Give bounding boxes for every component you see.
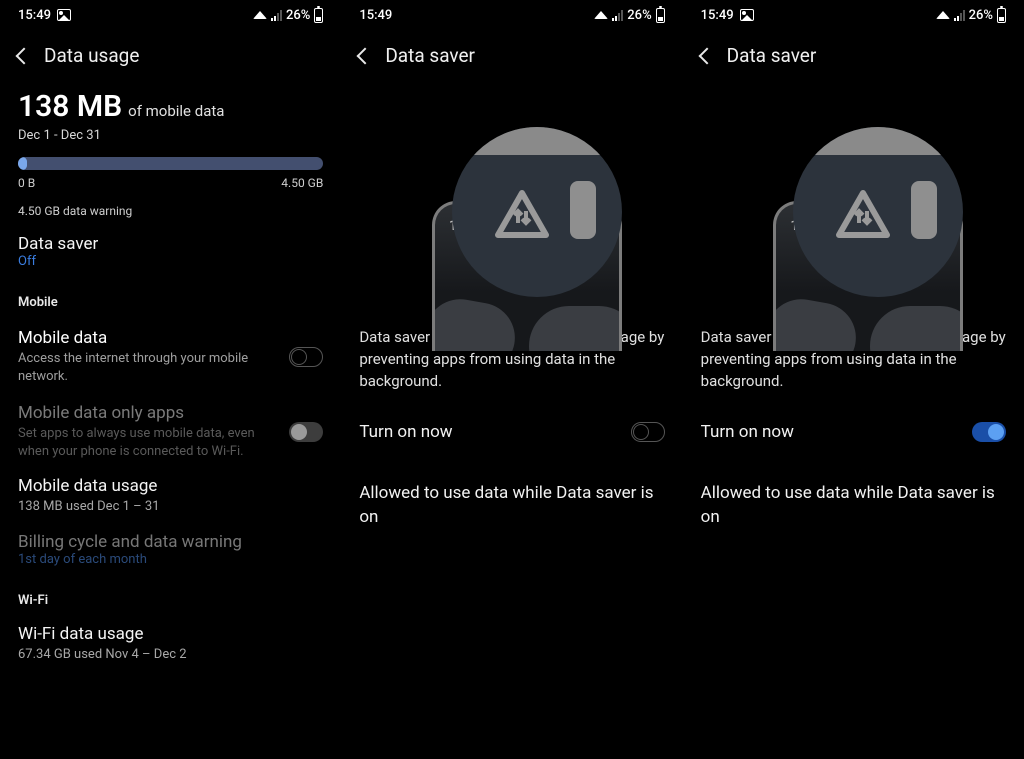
section-mobile: Mobile: [18, 295, 323, 310]
section-wifi: Wi-Fi: [18, 593, 323, 608]
progress-min: 0 B: [18, 176, 35, 190]
usage-summary: 138 MB of mobile data Dec 1 - Dec 31: [18, 89, 323, 143]
mobile-only-toggle: [289, 422, 323, 442]
data-warning-label: 4.50 GB data warning: [18, 204, 323, 218]
data-saver-icon: [494, 189, 550, 239]
row-mobile-data[interactable]: Mobile data Access the internet through …: [18, 310, 323, 385]
header: Data saver: [701, 34, 1006, 89]
battery-pct: 26%: [627, 8, 651, 23]
row-data-saver[interactable]: Data saver Off: [18, 218, 323, 269]
picture-icon: [57, 9, 71, 21]
data-saver-status: Off: [18, 254, 323, 269]
wifi-icon: [936, 11, 950, 19]
signal-icon: [954, 10, 965, 21]
status-time: 15:49: [18, 8, 51, 23]
battery-pct: 26%: [969, 8, 993, 23]
row-wifi-usage[interactable]: Wi-Fi data usage 67.34 GB used Nov 4 – D…: [18, 608, 323, 664]
row-allowed-apps[interactable]: Allowed to use data while Data saver is …: [701, 482, 1006, 530]
row-billing-cycle[interactable]: Billing cycle and data warning 1st day o…: [18, 516, 323, 567]
usage-period: Dec 1 - Dec 31: [18, 128, 323, 143]
signal-icon: [612, 10, 623, 21]
screen-data-saver-off: 15:49 26% Data saver 12:45: [341, 0, 682, 759]
back-icon[interactable]: [16, 47, 33, 64]
row-turn-on-now[interactable]: Turn on now: [359, 422, 664, 442]
status-bar: 15:49 26%: [701, 0, 1006, 30]
screen-data-usage: 15:49 26% Data usage 138 MB of mobile da…: [0, 0, 341, 759]
row-mobile-only-apps: Mobile data only apps Set apps to always…: [18, 385, 323, 460]
battery-icon: [997, 8, 1006, 23]
turn-on-label: Turn on now: [701, 422, 794, 442]
usage-of-label: of mobile data: [128, 102, 224, 120]
signal-icon: [271, 10, 282, 21]
status-bar: 15:49 26%: [359, 0, 664, 30]
back-icon[interactable]: [357, 47, 374, 64]
mobile-data-title: Mobile data: [18, 328, 277, 348]
mobile-usage-sub: 138 MB used Dec 1 – 31: [18, 498, 323, 516]
battery-icon: [656, 8, 665, 23]
status-time: 15:49: [701, 8, 734, 23]
back-icon[interactable]: [698, 47, 715, 64]
header: Data usage: [18, 34, 323, 89]
header: Data saver: [359, 34, 664, 89]
picture-icon: [740, 9, 754, 21]
progress-max: 4.50 GB: [281, 176, 323, 190]
wifi-usage-sub: 67.34 GB used Nov 4 – Dec 2: [18, 646, 323, 664]
usage-progress[interactable]: 0 B 4.50 GB 4.50 GB data warning: [18, 157, 323, 218]
battery-pct: 26%: [286, 8, 310, 23]
status-bar: 15:49 26%: [18, 0, 323, 30]
battery-graphic: [570, 181, 596, 239]
data-saver-circle: [793, 127, 963, 297]
wifi-icon: [594, 11, 608, 19]
page-title: Data usage: [44, 44, 139, 67]
wifi-icon: [253, 11, 267, 19]
data-saver-title: Data saver: [18, 234, 323, 254]
turn-on-toggle[interactable]: [972, 422, 1006, 442]
progress-bar: [18, 157, 323, 170]
data-saver-icon: [835, 189, 891, 239]
mobile-only-sub: Set apps to always use mobile data, even…: [18, 425, 277, 460]
row-mobile-usage[interactable]: Mobile data usage 138 MB used Dec 1 – 31: [18, 460, 323, 516]
data-saver-illustration: 12:45: [402, 99, 622, 299]
turn-on-label: Turn on now: [359, 422, 452, 442]
usage-amount: 138 MB: [18, 89, 122, 124]
mobile-usage-title: Mobile data usage: [18, 476, 323, 496]
row-allowed-apps[interactable]: Allowed to use data while Data saver is …: [359, 482, 664, 530]
mobile-data-sub: Access the internet through your mobile …: [18, 350, 277, 385]
turn-on-toggle[interactable]: [631, 422, 665, 442]
screen-data-saver-on: 15:49 26% Data saver 12:45: [683, 0, 1024, 759]
battery-graphic: [911, 181, 937, 239]
billing-sub: 1st day of each month: [18, 552, 323, 567]
page-title: Data saver: [385, 44, 475, 67]
status-time: 15:49: [359, 8, 392, 23]
row-turn-on-now[interactable]: Turn on now: [701, 422, 1006, 442]
mobile-only-title: Mobile data only apps: [18, 403, 277, 423]
page-title: Data saver: [727, 44, 817, 67]
data-saver-illustration: 12:45: [743, 99, 963, 299]
data-saver-circle: [452, 127, 622, 297]
battery-icon: [314, 8, 323, 23]
wifi-usage-title: Wi-Fi data usage: [18, 624, 323, 644]
billing-title: Billing cycle and data warning: [18, 532, 323, 552]
mobile-data-toggle[interactable]: [289, 347, 323, 367]
